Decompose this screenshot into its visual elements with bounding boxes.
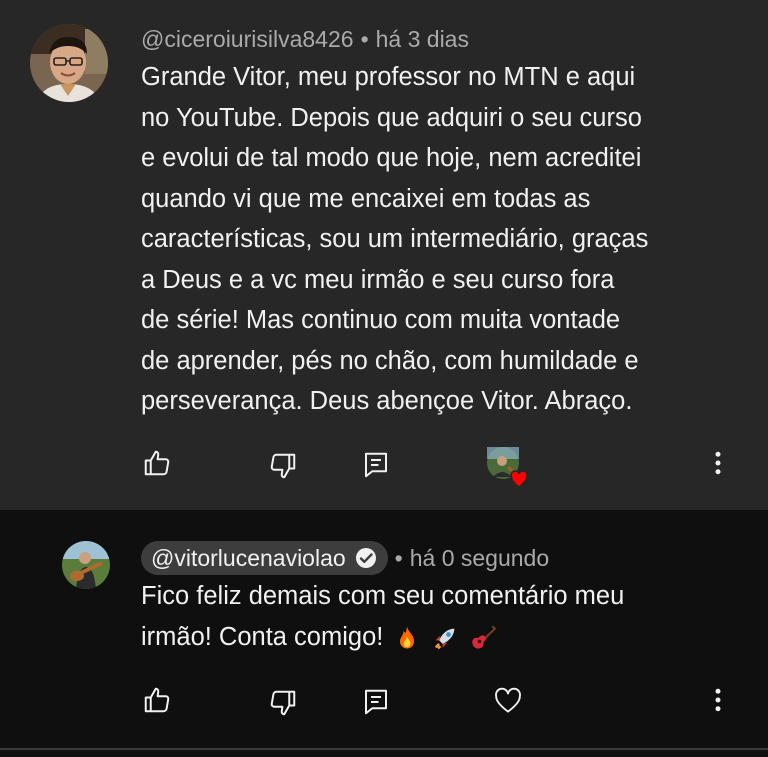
thumb-up-icon: [144, 450, 170, 476]
avatar-photo: [62, 541, 110, 589]
reply-icon: [365, 689, 387, 715]
rocket-emoji: [435, 628, 455, 650]
reply-emojis: [393, 624, 497, 652]
creator-heart-icon: [487, 447, 528, 488]
reply-line: Fico feliz demais com seu comentário meu: [141, 582, 625, 610]
heart-outline-icon: [495, 687, 521, 713]
guitar-emoji: [472, 625, 497, 649]
comment-line: de série! Mas continuo com muita vontade: [141, 306, 621, 334]
reply-line-text: irmão! Conta comigo!: [141, 622, 384, 651]
comment-line: quando vi que me encaixei em todas as: [141, 184, 591, 213]
meta-separator: •: [360, 25, 369, 52]
creator-heart-button[interactable]: [491, 684, 525, 718]
reply-avatar[interactable]: [62, 541, 110, 589]
comment-line: e evolui de tal modo que hoje, nem acred…: [141, 144, 642, 172]
reply-line: irmão! Conta comigo!: [141, 617, 741, 658]
divider: [0, 748, 768, 750]
comment-line: perseverança. Deus abençoe Vitor. Abraço…: [141, 387, 633, 415]
comment-timestamp[interactable]: há 3 dias: [376, 26, 469, 53]
more-vert-icon: [715, 451, 721, 475]
commenter-avatar[interactable]: [30, 24, 108, 102]
reply-like-button[interactable]: [140, 683, 174, 717]
comment-line: a Deus e a vc meu irmão e seu curso fora: [141, 265, 615, 294]
like-button[interactable]: [140, 446, 174, 480]
fire-emoji: [400, 626, 415, 649]
comment-line: Grande Vitor, meu professor no MTN e aqu…: [141, 63, 636, 91]
reply-dislike-button[interactable]: [266, 686, 300, 720]
dislike-button[interactable]: [266, 449, 300, 483]
more-vert-icon: [715, 688, 721, 712]
reply-reply-button[interactable]: [359, 685, 393, 719]
comment-text: Grande Vitor, meu professor no MTN e aqu…: [141, 57, 751, 422]
reply-more-options-button[interactable]: [701, 683, 735, 717]
comment-line: de aprender, pés no chão, com humildade …: [141, 346, 639, 375]
reply-text: Fico feliz demais com seu comentário meu…: [141, 576, 741, 657]
comment-author[interactable]: @ciceroiurisilva8426: [141, 26, 354, 53]
reply-button[interactable]: [359, 448, 393, 482]
verified-check-icon: [355, 548, 376, 568]
reply-timestamp[interactable]: há 0 segundo: [410, 545, 549, 572]
comment-meta: @ciceroiurisilva8426 • há 3 dias: [141, 24, 469, 54]
meta-separator: •: [394, 544, 403, 571]
comment-line: características, sou um intermediário, g…: [141, 225, 649, 253]
avatar-photo: [30, 24, 108, 102]
thumb-down-icon: [270, 453, 296, 479]
more-options-button[interactable]: [701, 446, 735, 480]
reply-meta: @vitorlucenaviolao • há 0 segundo: [141, 541, 549, 575]
reply-icon: [365, 452, 387, 478]
creator-heart-badge[interactable]: [486, 445, 532, 489]
thumb-down-icon: [270, 690, 296, 716]
comment-line: no YouTube. Depois que adquiri o seu cur…: [141, 103, 642, 132]
reply-author: @vitorlucenaviolao: [151, 544, 346, 571]
thumb-up-icon: [144, 687, 170, 713]
creator-handle-pill[interactable]: @vitorlucenaviolao: [141, 541, 388, 575]
